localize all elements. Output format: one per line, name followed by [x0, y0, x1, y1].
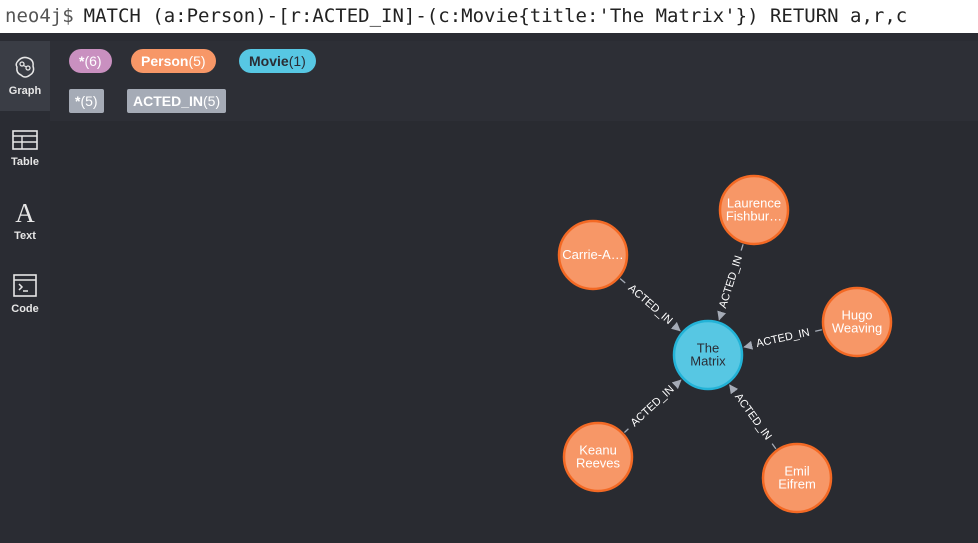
view-tab-graph[interactable]: Graph [0, 41, 50, 111]
query-text[interactable]: MATCH (a:Person)-[r:ACTED_IN]-(c:Movie{t… [84, 5, 908, 27]
relationship-arrow[interactable] [671, 379, 682, 390]
view-sidebar: Graph Table A Text Code [0, 41, 50, 543]
relationship-arrow[interactable] [743, 340, 754, 350]
svg-text:A: A [15, 198, 35, 226]
graph-icon [15, 56, 35, 78]
relationship-label: ACTED_IN [629, 383, 677, 429]
relationship-label: ACTED_IN [626, 282, 675, 327]
result-legend: *(6) Person(5) Movie(1) *(5) ACTED_IN(5) [50, 41, 978, 121]
node-caption: Reeves [576, 456, 621, 471]
relationship-label: ACTED_IN [717, 254, 745, 310]
view-tab-code[interactable]: Code [0, 263, 50, 333]
relationship-arrow[interactable] [717, 310, 727, 321]
person-node-laurence[interactable]: LaurenceFishbur… [718, 174, 790, 246]
node-caption: Fishbur… [726, 209, 782, 224]
relationship-arrow[interactable] [670, 321, 681, 332]
node-caption: Eifrem [778, 477, 816, 492]
text-icon: A [15, 198, 35, 226]
query-prompt: neo4j$ [5, 5, 74, 27]
graph-canvas[interactable]: ACTED_IN ACTED_IN ACTED_IN ACTED_IN ACTED_IN… [50, 121, 978, 543]
view-tab-label: Text [14, 230, 36, 242]
relationship-line[interactable] [623, 428, 629, 433]
relationship-label: ACTED_IN [755, 327, 811, 350]
relationship-line[interactable] [740, 244, 744, 251]
view-tab-label: Graph [8, 85, 42, 97]
view-tab-table[interactable]: Table [0, 120, 50, 190]
view-tab-text[interactable]: A Text [0, 192, 50, 262]
node-caption: Weaving [832, 321, 882, 336]
legend-node-movie[interactable]: Movie(1) [239, 49, 316, 73]
node-caption: Matrix [690, 354, 726, 369]
node-caption: Carrie-A… [562, 247, 623, 262]
query-editor[interactable]: neo4j$ MATCH (a:Person)-[r:ACTED_IN]-(c:M… [0, 0, 978, 33]
view-tab-label: Table [11, 156, 39, 168]
movie-node-the-matrix[interactable]: TheMatrix [672, 319, 744, 391]
relationship-line[interactable] [619, 278, 626, 284]
person-node-hugo[interactable]: HugoWeaving [821, 286, 893, 358]
relationship-line[interactable] [815, 329, 822, 332]
legend-rel-acted-in[interactable]: ACTED_IN(5) [127, 89, 227, 113]
legend-rel-all[interactable]: *(5) [69, 89, 104, 113]
graph-visualization[interactable]: ACTED_IN ACTED_IN ACTED_IN ACTED_IN ACTED_IN… [50, 121, 978, 543]
relationship-line[interactable] [771, 443, 777, 450]
view-tab-label: Code [11, 303, 39, 315]
code-icon [13, 274, 37, 297]
person-node-emil[interactable]: EmilEifrem [761, 442, 833, 514]
person-node-keanu[interactable]: KeanuReeves [562, 421, 634, 493]
person-node-carrie[interactable]: Carrie-A… [557, 219, 629, 291]
legend-node-all[interactable]: *(6) [69, 49, 112, 73]
relationship-label: ACTED_IN [732, 391, 774, 442]
table-icon [12, 130, 38, 150]
relationship-arrow[interactable] [729, 384, 739, 395]
legend-node-person[interactable]: Person(5) [131, 49, 216, 73]
